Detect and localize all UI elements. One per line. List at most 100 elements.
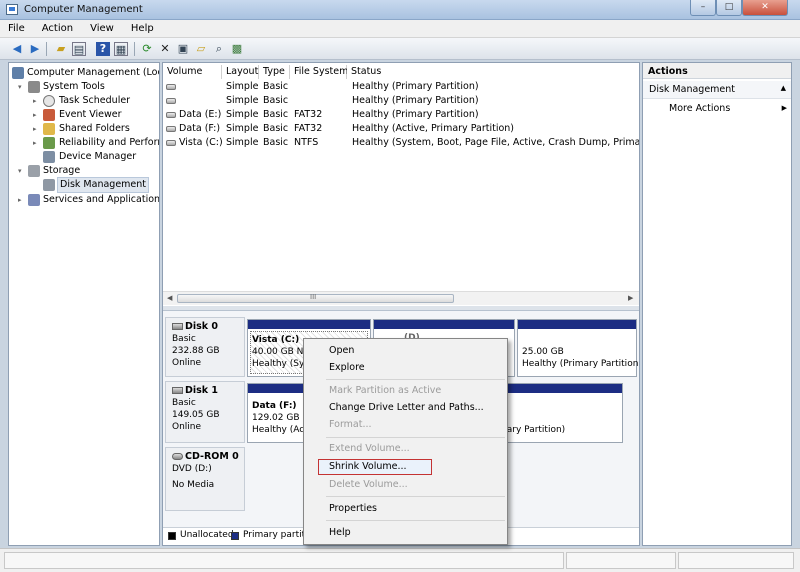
disk-name: CD-ROM 0	[185, 451, 239, 462]
column-header-status[interactable]: Status	[347, 65, 639, 79]
tree-item-system-tools[interactable]: ▾ System Tools	[9, 80, 159, 94]
column-header-layout[interactable]: Layout	[222, 65, 259, 79]
computer-icon	[12, 67, 24, 79]
menu-item-help[interactable]: Help	[329, 527, 351, 538]
partition-color-bar	[248, 320, 370, 329]
console-tree-icon[interactable]: ▤	[72, 42, 86, 56]
volume-cell: Data (E:)	[179, 109, 222, 120]
more-actions-link[interactable]: More Actions	[669, 103, 730, 114]
menu-item-shrink-volume[interactable]: Shrink Volume...	[329, 461, 407, 472]
filesystem-cell: FAT32	[294, 123, 323, 134]
column-header-type[interactable]: Type	[259, 65, 290, 79]
menu-separator	[326, 379, 505, 380]
drive-icon	[166, 139, 176, 146]
column-header-volume[interactable]: Volume	[163, 65, 222, 79]
properties-icon[interactable]: ▣	[176, 42, 190, 56]
maximize-button[interactable]: □	[716, 0, 742, 16]
tree-item-shared-folders[interactable]: ▸ Shared Folders	[9, 122, 159, 136]
search-icon[interactable]: ⌕	[212, 42, 226, 56]
help-icon[interactable]: ?	[96, 42, 110, 56]
snapin-icon[interactable]: ▩	[230, 42, 244, 56]
partition-disk0-3[interactable]: 25.00 GB Healthy (Primary Partition	[517, 319, 638, 377]
chevron-right-icon[interactable]: ▶	[782, 104, 787, 112]
collapse-up-icon[interactable]: ▲	[781, 84, 786, 92]
volume-cell: Vista (C:)	[179, 137, 223, 148]
scrollbar-thumb[interactable]: III	[177, 293, 454, 303]
legend-unallocated: Unallocated	[180, 530, 234, 540]
volume-cell: Data (F:)	[179, 123, 221, 134]
tree-item-label: Device Manager	[59, 151, 137, 162]
expand-icon[interactable]: ▸	[33, 98, 39, 105]
show-hide-icon[interactable]: ▦	[114, 42, 128, 56]
layout-cell: Simple	[226, 95, 259, 106]
disk-0-label[interactable]: Disk 0 Basic 232.88 GB Online	[165, 317, 245, 377]
disk-status: Online	[172, 422, 202, 432]
menu-item-explore[interactable]: Explore	[329, 362, 365, 373]
tree-item-task-scheduler[interactable]: ▸ Task Scheduler	[9, 94, 159, 108]
tree-item-device-manager[interactable]: Device Manager	[9, 150, 159, 164]
actions-section-disk-management[interactable]: Disk Management ▲	[643, 81, 791, 99]
status-cell: Healthy (System, Boot, Page File, Active…	[352, 137, 640, 148]
layout-cell: Simple	[226, 137, 259, 148]
tree-item-storage[interactable]: ▾ Storage	[9, 164, 159, 178]
close-button[interactable]: ✕	[742, 0, 788, 16]
expand-icon[interactable]: ▾	[18, 168, 24, 175]
minimize-button[interactable]: –	[690, 0, 716, 16]
table-row[interactable]: Data (E:) Simple Basic FAT32 Healthy (Pr…	[163, 108, 639, 122]
partition-status: mary Partition)	[498, 425, 566, 435]
disk-status: No Media	[172, 480, 215, 490]
menu-item-properties[interactable]: Properties	[329, 503, 377, 514]
scrollbar-grip: III	[310, 293, 317, 301]
table-row[interactable]: Simple Basic Healthy (Primary Partition)	[163, 80, 639, 94]
expand-icon[interactable]: ▸	[33, 126, 39, 133]
menu-item-delete-volume: Delete Volume...	[329, 479, 408, 490]
more-actions-label: More Actions	[669, 103, 731, 114]
expand-icon[interactable]: ▸	[33, 140, 39, 147]
menu-item-change-drive-letter[interactable]: Change Drive Letter and Paths...	[329, 402, 484, 413]
tree-item-label: Shared Folders	[59, 123, 130, 134]
partition-color-bar	[518, 320, 636, 329]
menu-view[interactable]: View	[82, 20, 120, 34]
event-viewer-icon	[43, 109, 55, 121]
table-row[interactable]: Simple Basic Healthy (Primary Partition)	[163, 94, 639, 108]
menu-file[interactable]: File	[0, 20, 31, 34]
expand-icon[interactable]: ▸	[18, 197, 24, 204]
disk-status: Online	[172, 358, 202, 368]
partition-status: Healthy (Ac	[252, 425, 305, 435]
scroll-right-arrow-icon[interactable]: ▶	[628, 294, 633, 302]
expand-icon[interactable]: ▸	[33, 112, 39, 119]
console-tree: Computer Management (Local ▾ System Tool…	[8, 62, 160, 546]
disk-size: 149.05 GB	[172, 410, 220, 420]
tree-item-event-viewer[interactable]: ▸ Event Viewer	[9, 108, 159, 122]
tree-item-label: System Tools	[43, 81, 105, 92]
open-icon[interactable]: ▱	[194, 42, 208, 56]
status-cell: Healthy (Primary Partition)	[352, 109, 479, 120]
tree-item-disk-management[interactable]: Disk Management	[9, 177, 159, 193]
back-arrow-icon[interactable]: ◀	[10, 42, 24, 56]
disk-management-icon	[43, 179, 55, 191]
expand-icon[interactable]: ▾	[18, 84, 24, 91]
filesystem-cell: NTFS	[294, 137, 319, 148]
table-row[interactable]: Data (F:) Simple Basic FAT32 Healthy (Ac…	[163, 122, 639, 136]
tree-item-computer-management[interactable]: Computer Management (Local	[9, 66, 159, 80]
delete-icon[interactable]: ✕	[158, 42, 172, 56]
scroll-left-arrow-icon[interactable]: ◀	[167, 294, 172, 302]
window-title: Computer Management	[24, 4, 143, 15]
refresh-icon[interactable]: ⟳	[140, 42, 154, 56]
forward-arrow-icon[interactable]: ▶	[28, 42, 42, 56]
menu-help[interactable]: Help	[123, 20, 160, 34]
cdrom-icon	[172, 453, 183, 460]
cdrom-0-label[interactable]: CD-ROM 0 DVD (D:) No Media	[165, 447, 245, 511]
up-folder-icon[interactable]: ▰	[54, 42, 68, 56]
layout-cell: Simple	[226, 123, 259, 134]
table-row[interactable]: Vista (C:) Simple Basic NTFS Healthy (Sy…	[163, 136, 639, 150]
menu-item-open[interactable]: Open	[329, 345, 354, 356]
menu-action[interactable]: Action	[34, 20, 79, 34]
tree-item-services-applications[interactable]: ▸ Services and Applications	[9, 193, 159, 207]
horizontal-scrollbar[interactable]: ◀ III ▶	[163, 291, 639, 305]
column-header-file-system[interactable]: File System	[290, 65, 348, 79]
disk-1-label[interactable]: Disk 1 Basic 149.05 GB Online	[165, 381, 245, 443]
toolbar-separator	[134, 42, 135, 56]
status-segment	[566, 552, 676, 569]
tree-item-reliability[interactable]: ▸ Reliability and Performa	[9, 136, 159, 150]
